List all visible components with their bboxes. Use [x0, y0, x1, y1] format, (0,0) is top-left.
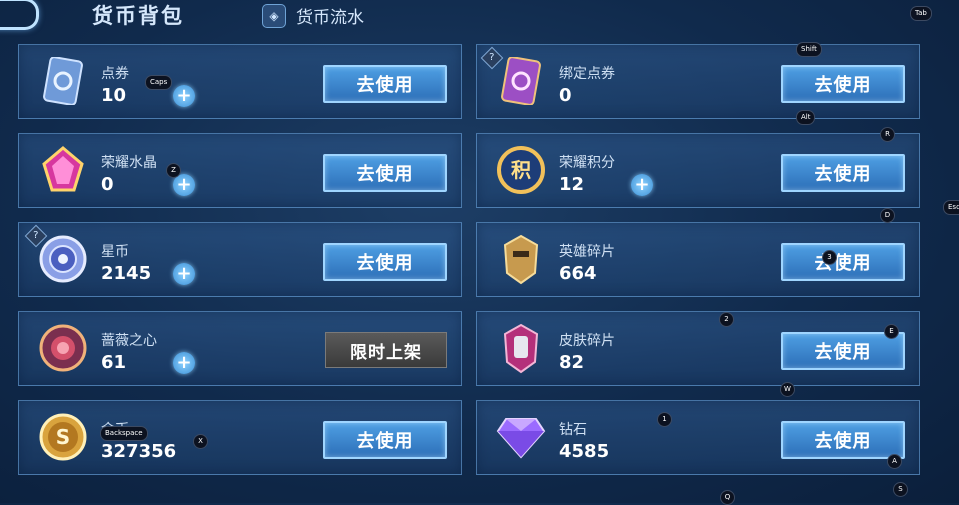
use-star-coin-button[interactable]: 去使用 — [323, 243, 447, 281]
currency-card-glory-points: 积 荣耀积分 12 + 去使用 — [476, 133, 920, 208]
glory-points-icon: 积 — [493, 142, 549, 198]
rose-heart-icon — [35, 320, 91, 376]
currency-value: 12 — [559, 174, 585, 195]
currency-value: 664 — [559, 263, 597, 284]
currency-name: 钻石 — [559, 422, 587, 438]
currency-card-gold-coin: S 金币 327356 去使用 — [18, 400, 462, 475]
limited-time-button[interactable]: 限时上架 — [325, 332, 447, 368]
key-hint-e: E — [884, 324, 899, 339]
use-diamond-button[interactable]: 去使用 — [781, 421, 905, 459]
use-hero-fragment-button[interactable]: 去使用 — [781, 243, 905, 281]
currency-name: 点券 — [101, 66, 129, 82]
diamond-icon — [493, 409, 549, 465]
key-hint-r: R — [880, 127, 895, 142]
currency-value: 4585 — [559, 441, 610, 462]
add-star-coin-button[interactable]: + — [173, 263, 195, 285]
currency-name: 荣耀积分 — [559, 155, 615, 171]
currency-card-voucher: 点券 10 + 去使用 — [18, 44, 462, 119]
top-bar: 货币背包 ◈ 货币流水 — [0, 0, 959, 40]
key-hint-esc: Esc — [943, 200, 959, 215]
glory-crystal-icon — [35, 142, 91, 198]
key-hint-2: 2 — [719, 312, 734, 327]
currency-card-bound-voucher: 绑定点券 0 去使用 — [476, 44, 920, 119]
currency-name: 绑定点券 — [559, 66, 615, 82]
key-hint-backspace: Backspace — [100, 426, 148, 441]
key-hint-alt: Alt — [796, 110, 816, 125]
add-voucher-button[interactable]: + — [173, 85, 195, 107]
currency-name: 星币 — [101, 244, 129, 260]
currency-card-glory-crystal: 荣耀水晶 0 + 去使用 — [18, 133, 462, 208]
key-hint-tab: Tab — [910, 6, 932, 21]
currency-value: 10 — [101, 85, 127, 106]
add-glory-points-button[interactable]: + — [631, 174, 653, 196]
svg-text:积: 积 — [511, 158, 531, 182]
page-title: 货币背包 — [92, 4, 184, 28]
ledger-icon: ◈ — [262, 3, 286, 28]
skin-fragment-icon — [493, 320, 549, 376]
currency-card-star-coin: 星币 2145 + 去使用 — [18, 222, 462, 297]
use-glory-crystal-button[interactable]: 去使用 — [323, 154, 447, 192]
currency-card-skin-fragment: 皮肤碎片 82 去使用 — [476, 311, 920, 386]
add-rose-heart-button[interactable]: + — [173, 352, 195, 374]
bound-voucher-icon — [493, 53, 549, 109]
currency-ledger-link[interactable]: ◈ 货币流水 — [262, 3, 364, 28]
currency-value: 327356 — [101, 441, 177, 462]
key-hint-s: S — [893, 482, 908, 497]
ledger-label: 货币流水 — [296, 8, 364, 28]
currency-card-rose-heart: 蔷薇之心 61 + 限时上架 — [18, 311, 462, 386]
svg-text:S: S — [56, 425, 70, 449]
use-gold-coin-button[interactable]: 去使用 — [323, 421, 447, 459]
hero-fragment-icon — [493, 231, 549, 287]
currency-value: 82 — [559, 352, 585, 373]
voucher-card-icon — [35, 53, 91, 109]
currency-value: 0 — [559, 85, 572, 106]
currency-name: 蔷薇之心 — [101, 333, 157, 349]
key-hint-d: D — [880, 208, 895, 223]
key-hint-1: 1 — [657, 412, 672, 427]
use-bound-voucher-button[interactable]: 去使用 — [781, 65, 905, 103]
currency-value: 2145 — [101, 263, 152, 284]
key-hint-3: 3 — [822, 250, 837, 265]
currency-value: 0 — [101, 174, 114, 195]
currency-value: 61 — [101, 352, 127, 373]
currency-name: 皮肤碎片 — [559, 333, 615, 349]
key-hint-z: Z — [166, 163, 181, 178]
currency-card-hero-fragment: 英雄碎片 664 去使用 — [476, 222, 920, 297]
key-hint-x: X — [193, 434, 208, 449]
key-hint-caps: Caps — [145, 75, 173, 90]
currency-name: 荣耀水晶 — [101, 155, 157, 171]
use-voucher-button[interactable]: 去使用 — [323, 65, 447, 103]
currency-name: 英雄碎片 — [559, 244, 615, 260]
currency-card-diamond: 钻石 4585 去使用 — [476, 400, 920, 475]
key-hint-a: A — [887, 454, 902, 469]
back-button[interactable] — [0, 0, 39, 30]
gold-coin-icon: S — [35, 409, 91, 465]
key-hint-w: W — [780, 382, 795, 397]
use-glory-points-button[interactable]: 去使用 — [781, 154, 905, 192]
key-hint-shift: Shift — [796, 42, 822, 57]
